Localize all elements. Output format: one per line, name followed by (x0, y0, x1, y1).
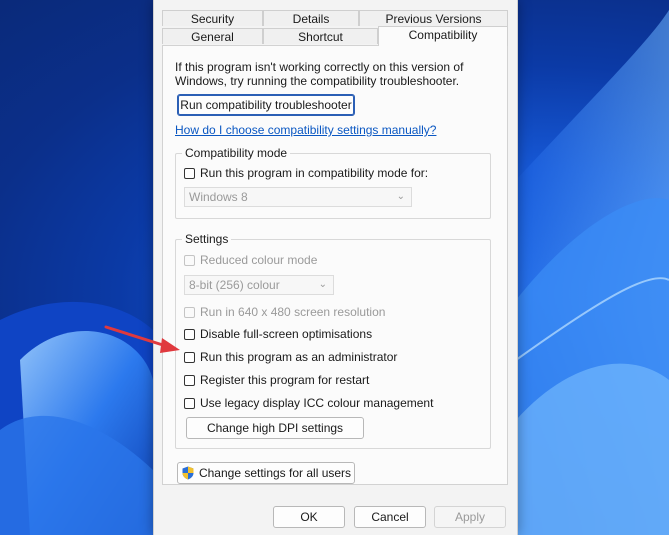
tab-strip: Security Details Previous Versions Gener… (162, 10, 508, 46)
change-dpi-button[interactable]: Change high DPI settings (186, 417, 364, 439)
reduced-colour-checkbox (184, 254, 195, 266)
reduced-colour-row: Reduced colour mode (184, 252, 317, 268)
run-as-admin-label: Run this program as an administrator (200, 350, 398, 364)
run-troubleshooter-button[interactable]: Run compatibility troubleshooter (177, 94, 355, 116)
change-all-users-label: Change settings for all users (198, 466, 352, 480)
disable-fullscreen-checkbox[interactable] (184, 328, 195, 340)
properties-dialog: Security Details Previous Versions Gener… (153, 0, 518, 535)
apply-button[interactable]: Apply (434, 506, 506, 528)
res-640-label: Run in 640 x 480 screen resolution (200, 305, 386, 319)
compat-mode-label: Run this program in compatibility mode f… (200, 166, 429, 180)
tab-general[interactable]: General (162, 28, 263, 44)
disable-fullscreen-row[interactable]: Disable full-screen optimisations (184, 326, 372, 342)
chevron-down-icon: ⌄ (396, 191, 405, 202)
settings-title: Settings (182, 232, 232, 246)
disable-fullscreen-label: Disable full-screen optimisations (200, 327, 373, 341)
compatibility-panel: If this program isn't working correctly … (162, 45, 508, 485)
change-all-users-button[interactable]: Change settings for all users (177, 462, 355, 484)
chevron-down-icon: ⌄ (318, 279, 327, 290)
compatibility-mode-title: Compatibility mode (182, 146, 291, 160)
cancel-button[interactable]: Cancel (354, 506, 426, 528)
tab-details[interactable]: Details (263, 10, 359, 26)
colour-depth-value: 8-bit (256) colour (189, 278, 280, 292)
tab-compatibility[interactable]: Compatibility (378, 26, 508, 46)
tab-shortcut[interactable]: Shortcut (263, 28, 378, 44)
uac-shield-icon (182, 466, 194, 480)
compat-mode-row[interactable]: Run this program in compatibility mode f… (184, 165, 428, 181)
tab-security[interactable]: Security (162, 10, 263, 26)
reduced-colour-label: Reduced colour mode (200, 253, 318, 267)
legacy-icc-checkbox[interactable] (184, 397, 195, 409)
legacy-icc-label: Use legacy display ICC colour management (200, 396, 434, 410)
compat-mode-checkbox[interactable] (184, 167, 195, 179)
ok-button[interactable]: OK (273, 506, 345, 528)
compat-os-value: Windows 8 (189, 190, 248, 204)
compatibility-mode-group: Compatibility mode Run this program in c… (175, 146, 491, 219)
register-restart-label: Register this program for restart (200, 373, 370, 387)
settings-group: Settings Reduced colour mode 8-bit (256)… (175, 232, 491, 449)
register-restart-row[interactable]: Register this program for restart (184, 372, 369, 388)
register-restart-checkbox[interactable] (184, 374, 195, 386)
compat-os-select[interactable]: Windows 8 ⌄ (184, 187, 412, 207)
tab-previous-versions[interactable]: Previous Versions (359, 10, 508, 26)
run-as-admin-row[interactable]: Run this program as an administrator (184, 349, 397, 365)
intro-text: If this program isn't working correctly … (175, 60, 464, 88)
run-as-admin-checkbox[interactable] (184, 351, 195, 363)
res-640-checkbox (184, 306, 195, 318)
res-640-row: Run in 640 x 480 screen resolution (184, 304, 385, 320)
legacy-icc-row[interactable]: Use legacy display ICC colour management (184, 395, 433, 411)
help-link[interactable]: How do I choose compatibility settings m… (175, 123, 436, 137)
colour-depth-select: 8-bit (256) colour ⌄ (184, 275, 334, 295)
